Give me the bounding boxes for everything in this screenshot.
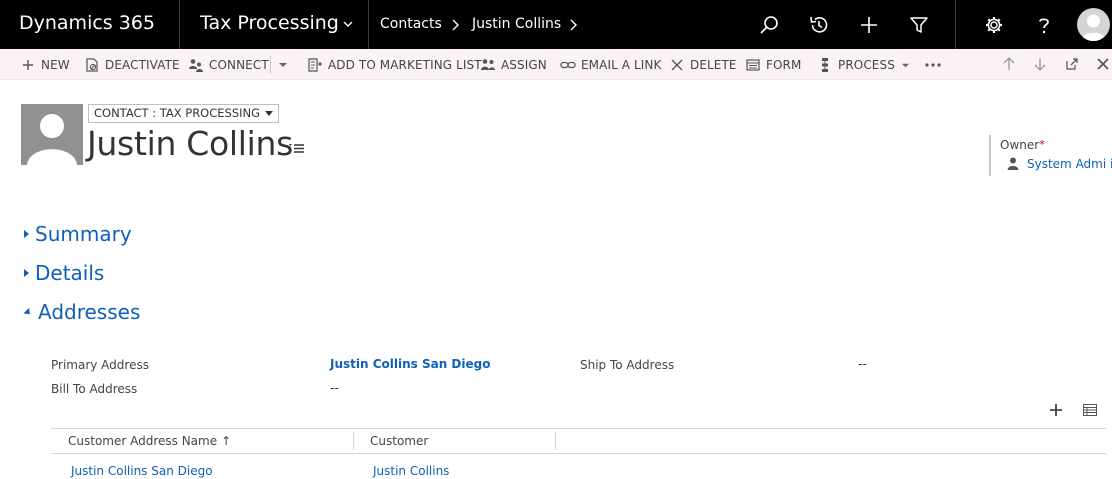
help-icon[interactable]: [1033, 14, 1055, 36]
nav-divider: [955, 0, 956, 49]
process-icon: [817, 57, 833, 73]
arrow-down-icon[interactable]: [1032, 56, 1048, 72]
connect-icon: [188, 57, 204, 73]
more-commands-button[interactable]: [924, 55, 942, 75]
sort-ascending-icon: ↑: [221, 434, 232, 448]
history-icon[interactable]: [808, 14, 830, 36]
delete-label: DELETE: [690, 58, 737, 72]
primary-address-value[interactable]: Justin Collins San Diego: [330, 357, 490, 371]
cell-customer[interactable]: Justin Collins: [373, 464, 449, 478]
email-a-link-button[interactable]: EMAIL A LINK: [560, 55, 661, 75]
app-brand[interactable]: Dynamics 365: [0, 0, 180, 49]
arrow-up-icon[interactable]: [1001, 56, 1017, 72]
contact-image[interactable]: [21, 104, 83, 165]
ship-to-address-value[interactable]: --: [858, 357, 867, 371]
column-header-label: Customer: [370, 434, 429, 448]
link-icon: [560, 57, 576, 73]
expand-icon: [24, 230, 29, 238]
form-selector[interactable]: CONTACT : TAX PROCESSING: [88, 104, 280, 123]
required-indicator: *: [1039, 138, 1045, 151]
form-button[interactable]: FORM: [745, 55, 801, 75]
section-details[interactable]: Details: [24, 261, 104, 285]
owner-label-text: Owner: [1000, 138, 1040, 152]
close-icon: [669, 57, 685, 73]
caret-down-icon: [279, 63, 287, 67]
section-summary[interactable]: Summary: [24, 222, 132, 246]
area-selector-label: Tax Processing: [200, 12, 339, 34]
column-separator[interactable]: [555, 432, 556, 450]
deactivate-label: DEACTIVATE: [105, 58, 180, 72]
person-silhouette-icon: [27, 114, 77, 165]
bill-to-address-value[interactable]: --: [330, 381, 339, 395]
delete-button[interactable]: DELETE: [669, 55, 737, 75]
grid-header: Customer Address Name ↑ Customer: [51, 428, 1106, 454]
toolbar-divider: [270, 56, 271, 74]
owner-field: Owner* System Admi i: [989, 135, 1112, 176]
command-bar: NEW DEACTIVATE CONNECT ADD TO MARKETING …: [0, 49, 1112, 80]
owner-value-link[interactable]: System Admi i: [1027, 157, 1112, 171]
deactivate-button[interactable]: DEACTIVATE: [84, 55, 180, 75]
form-selector-label: CONTACT : TAX PROCESSING: [94, 106, 261, 120]
table-row[interactable]: Justin Collins San Diego Justin Collins: [51, 461, 1106, 479]
record-menu-icon[interactable]: [289, 142, 305, 154]
process-label: PROCESS: [838, 58, 895, 72]
form-label: FORM: [766, 58, 802, 72]
add-record-icon[interactable]: [1048, 402, 1064, 418]
marketing-list-icon: [307, 57, 323, 73]
process-button[interactable]: PROCESS: [817, 55, 910, 75]
assign-label: ASSIGN: [501, 58, 547, 72]
add-to-marketing-list-label: ADD TO MARKETING LIST: [328, 58, 482, 72]
email-a-link-label: EMAIL A LINK: [581, 58, 662, 72]
connect-button[interactable]: CONNECT: [188, 55, 269, 75]
user-icon: [1007, 157, 1019, 170]
breadcrumb-contacts[interactable]: Contacts: [380, 16, 442, 32]
plus-icon: [20, 57, 36, 73]
chevron-right-icon: [452, 19, 459, 31]
column-header-customer-address-name[interactable]: Customer Address Name ↑: [68, 434, 231, 448]
area-selector[interactable]: Tax Processing: [181, 0, 369, 49]
bill-to-address-label: Bill To Address: [51, 382, 138, 396]
ship-to-address-label: Ship To Address: [580, 358, 675, 372]
new-button[interactable]: NEW: [20, 55, 70, 75]
owner-label: Owner*: [1000, 138, 1045, 152]
cell-customer-address-name[interactable]: Justin Collins San Diego: [71, 464, 213, 478]
pop-out-icon[interactable]: [1064, 56, 1080, 72]
column-header-label: Customer Address Name: [68, 434, 218, 448]
filter-icon[interactable]: [908, 14, 930, 36]
app-brand-label: Dynamics 365: [19, 12, 155, 34]
gear-icon[interactable]: [983, 14, 1005, 36]
plus-icon[interactable]: [858, 14, 880, 36]
column-header-customer[interactable]: Customer: [370, 434, 428, 448]
section-details-title: Details: [35, 261, 105, 285]
collapse-icon: [23, 307, 33, 317]
connect-dropdown[interactable]: [278, 55, 288, 75]
grid-view-icon[interactable]: [1082, 402, 1098, 418]
record-title: Justin Collins: [87, 124, 293, 163]
caret-down-icon: [265, 111, 274, 116]
top-nav-bar: Dynamics 365 Tax Processing Contacts Jus…: [0, 0, 1112, 49]
search-icon[interactable]: [758, 14, 780, 36]
expand-icon: [24, 269, 29, 277]
section-summary-title: Summary: [35, 222, 132, 246]
chevron-right-icon[interactable]: [568, 18, 578, 32]
add-to-marketing-list-button[interactable]: ADD TO MARKETING LIST: [307, 55, 482, 75]
section-addresses-title: Addresses: [38, 300, 141, 324]
form-icon: [745, 57, 761, 73]
assign-button[interactable]: ASSIGN: [480, 55, 547, 75]
caret-down-icon: [901, 63, 910, 67]
breadcrumb-record[interactable]: Justin Collins: [472, 16, 561, 32]
primary-address-label: Primary Address: [51, 358, 149, 372]
user-silhouette-icon: [1081, 14, 1106, 41]
assign-icon: [480, 57, 496, 73]
column-separator[interactable]: [353, 432, 354, 450]
section-addresses[interactable]: Addresses: [23, 300, 141, 324]
chevron-down-icon: [343, 21, 353, 27]
ellipsis-icon: [925, 63, 941, 67]
close-icon[interactable]: [1095, 56, 1111, 72]
deactivate-icon: [84, 57, 100, 73]
connect-label: CONNECT: [209, 58, 269, 72]
user-avatar[interactable]: [1077, 8, 1110, 41]
new-label: NEW: [41, 58, 70, 72]
